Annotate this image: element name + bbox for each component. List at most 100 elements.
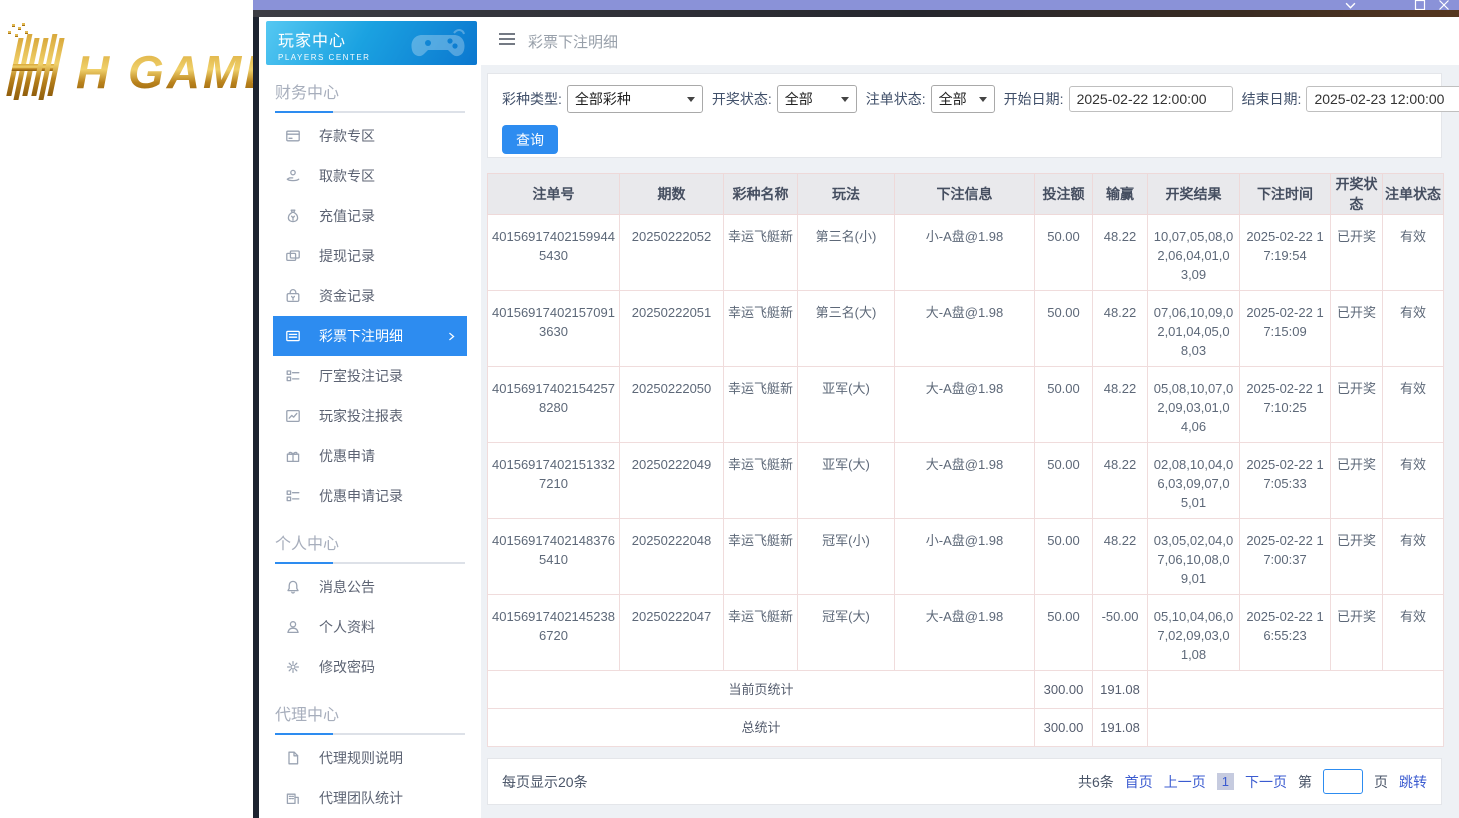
sidebar-item[interactable]: 优惠申请 xyxy=(273,436,467,476)
sidebar-item-label: 代理规则说明 xyxy=(319,750,403,766)
cell: 有效 xyxy=(1382,214,1444,291)
draw-status-label: 开奖状态: xyxy=(711,91,772,107)
cell: 50.00 xyxy=(1034,442,1093,519)
sidebar-item[interactable]: 充值记录 xyxy=(273,196,467,236)
total-count-label: 共6条 xyxy=(1077,773,1114,790)
current-page-badge[interactable]: 1 xyxy=(1216,773,1234,790)
order-status-select[interactable]: 全部 xyxy=(930,85,995,113)
card-icon xyxy=(286,130,300,142)
sidebar-item[interactable]: 代理规则说明 xyxy=(273,738,467,778)
first-page-link[interactable]: 首页 xyxy=(1125,772,1153,792)
bell-icon xyxy=(287,580,299,594)
sidebar-item[interactable]: 存款专区 xyxy=(273,116,467,156)
jump-suffix-label: 页 xyxy=(1374,773,1388,790)
section-divider xyxy=(275,111,465,113)
cell: 有效 xyxy=(1382,290,1444,367)
cell: 有效 xyxy=(1382,518,1444,595)
sidebar-item[interactable]: 优惠申请记录 xyxy=(273,476,467,516)
lottery-type-label: 彩种类型: xyxy=(502,91,562,107)
draw-status-select[interactable]: 全部 xyxy=(776,85,857,113)
maximize-icon[interactable] xyxy=(1414,0,1426,10)
close-icon[interactable] xyxy=(1438,0,1450,10)
window-top-edge xyxy=(253,10,1459,17)
page-jump-input[interactable] xyxy=(1323,769,1363,794)
cell: -50.00 xyxy=(1092,594,1148,671)
cell: 2025-02-22 17:00:37 xyxy=(1239,518,1331,595)
cell: 50.00 xyxy=(1034,366,1093,443)
caret-down-icon[interactable] xyxy=(1345,0,1356,10)
order-status-label: 注单状态: xyxy=(865,91,926,107)
sidebar-item[interactable]: 厅室投注记录 xyxy=(273,356,467,396)
purse-icon xyxy=(286,289,300,303)
table-row: 401569174021483765410 20250222048 幸运飞艇新 冠军(… xyxy=(487,518,1444,595)
sidebar-item[interactable]: 提现记录 xyxy=(273,236,467,276)
next-page-link[interactable]: 下一页 xyxy=(1245,772,1287,792)
cell: 幸运飞艇新 xyxy=(723,214,798,291)
cell: 已开奖 xyxy=(1330,594,1383,671)
cell: 幸运飞艇新 xyxy=(723,442,798,519)
cell: 冠军(小) xyxy=(797,518,895,595)
sidebar-section: 代理中心代理规则说明代理团队统计 xyxy=(259,701,481,818)
column-header: 彩种名称 xyxy=(723,173,798,215)
cell: 2025-02-22 17:19:54 xyxy=(1239,214,1331,291)
jump-prefix-label: 第 xyxy=(1298,773,1312,790)
summary-empty xyxy=(1147,708,1444,747)
cell: 小-A盘@1.98 xyxy=(894,518,1035,595)
sidebar-item[interactable]: 消息公告 xyxy=(273,567,467,607)
cell: 20250222052 xyxy=(619,214,724,291)
sidebar-item[interactable]: 个人资料 xyxy=(273,607,467,647)
sidebar-item[interactable]: 修改密码 xyxy=(273,647,467,687)
column-header: 注单号 xyxy=(487,173,620,215)
chevron-down-icon xyxy=(978,96,987,102)
cell: 亚军(大) xyxy=(797,366,895,443)
sidebar-item[interactable]: 彩票下注明细 xyxy=(273,316,467,356)
end-date-label: 结束日期: xyxy=(1241,91,1302,107)
cell: 401569174021542578280 xyxy=(487,366,620,443)
cell: 已开奖 xyxy=(1330,290,1383,367)
chevron-down-icon xyxy=(686,96,695,102)
brand-text: H GAME xyxy=(76,46,253,98)
sidebar-item[interactable]: 取款专区 xyxy=(273,156,467,196)
prev-page-link[interactable]: 上一页 xyxy=(1164,772,1206,792)
column-header: 输赢 xyxy=(1092,173,1148,215)
cell: 48.22 xyxy=(1092,366,1148,443)
end-date-input[interactable] xyxy=(1306,86,1459,112)
table-row: 401569174021513327210 20250222049 幸运飞艇新 亚军(… xyxy=(487,442,1444,519)
start-date-input[interactable] xyxy=(1068,86,1233,112)
sidebar-item-label: 优惠申请记录 xyxy=(319,488,403,504)
sidebar-item-label: 修改密码 xyxy=(319,659,375,675)
column-header: 开奖状态 xyxy=(1330,173,1383,215)
lottery-type-select[interactable]: 全部彩种 xyxy=(566,85,703,113)
section-label: 代理中心 xyxy=(275,707,340,724)
sidebar-section: 个人中心 消息公告 个人资料 修改密码 xyxy=(259,530,481,687)
hand-coin-icon xyxy=(286,169,300,182)
summary-label: 总统计 xyxy=(487,708,1035,747)
wallet-icon xyxy=(286,250,300,262)
gift-icon xyxy=(286,451,300,463)
summary-empty xyxy=(1147,670,1444,709)
summary-bet-total: 300.00 xyxy=(1034,670,1093,709)
sidebar-item[interactable]: 玩家投注报表 xyxy=(273,396,467,436)
cell: 50.00 xyxy=(1034,214,1093,291)
chevron-down-icon xyxy=(840,96,849,102)
sidebar-item-label: 彩票下注明细 xyxy=(319,328,403,344)
cell: 2025-02-22 17:15:09 xyxy=(1239,290,1331,367)
sidebar-item-label: 提现记录 xyxy=(319,248,375,264)
jump-go-link[interactable]: 跳转 xyxy=(1399,772,1427,792)
sidebar-item[interactable]: 资金记录 xyxy=(273,276,467,316)
cell: 20250222051 xyxy=(619,290,724,367)
query-button[interactable]: 查询 xyxy=(502,125,558,154)
section-label: 财务中心 xyxy=(275,85,340,102)
sidebar-header: 玩家中心 PLAYERS CENTER xyxy=(266,21,477,65)
column-header: 投注额 xyxy=(1034,173,1093,215)
column-header: 玩法 xyxy=(797,173,895,215)
table-row: 401569174021599445430 20250222052 幸运飞艇新 第三名… xyxy=(487,214,1444,291)
cell: 大-A盘@1.98 xyxy=(894,290,1035,367)
hamburger-icon[interactable] xyxy=(498,32,516,51)
column-header: 注单状态 xyxy=(1382,173,1444,215)
cell: 幸运飞艇新 xyxy=(723,518,798,595)
sidebar-item[interactable]: 代理团队统计 xyxy=(273,778,467,818)
cell: 50.00 xyxy=(1034,290,1093,367)
cell: 小-A盘@1.98 xyxy=(894,214,1035,291)
team-icon xyxy=(286,793,299,805)
